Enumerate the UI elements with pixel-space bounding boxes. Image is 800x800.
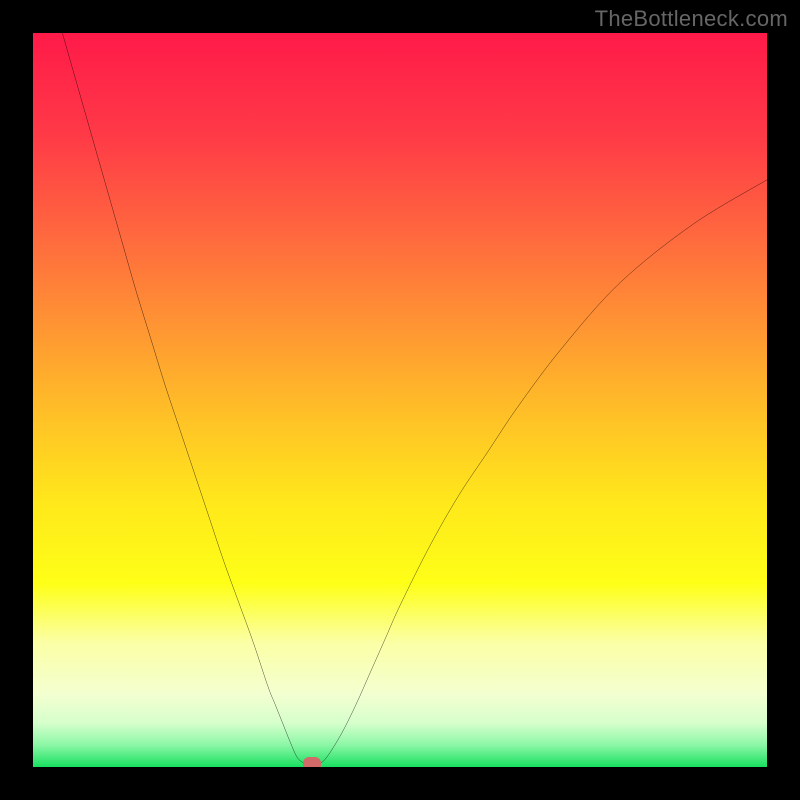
plot-area: [33, 33, 767, 767]
curve-layer: [33, 33, 767, 767]
chart-frame: TheBottleneck.com: [0, 0, 800, 800]
bottleneck-curve: [62, 33, 767, 765]
watermark-text: TheBottleneck.com: [595, 6, 788, 32]
optimal-marker: [303, 757, 321, 767]
